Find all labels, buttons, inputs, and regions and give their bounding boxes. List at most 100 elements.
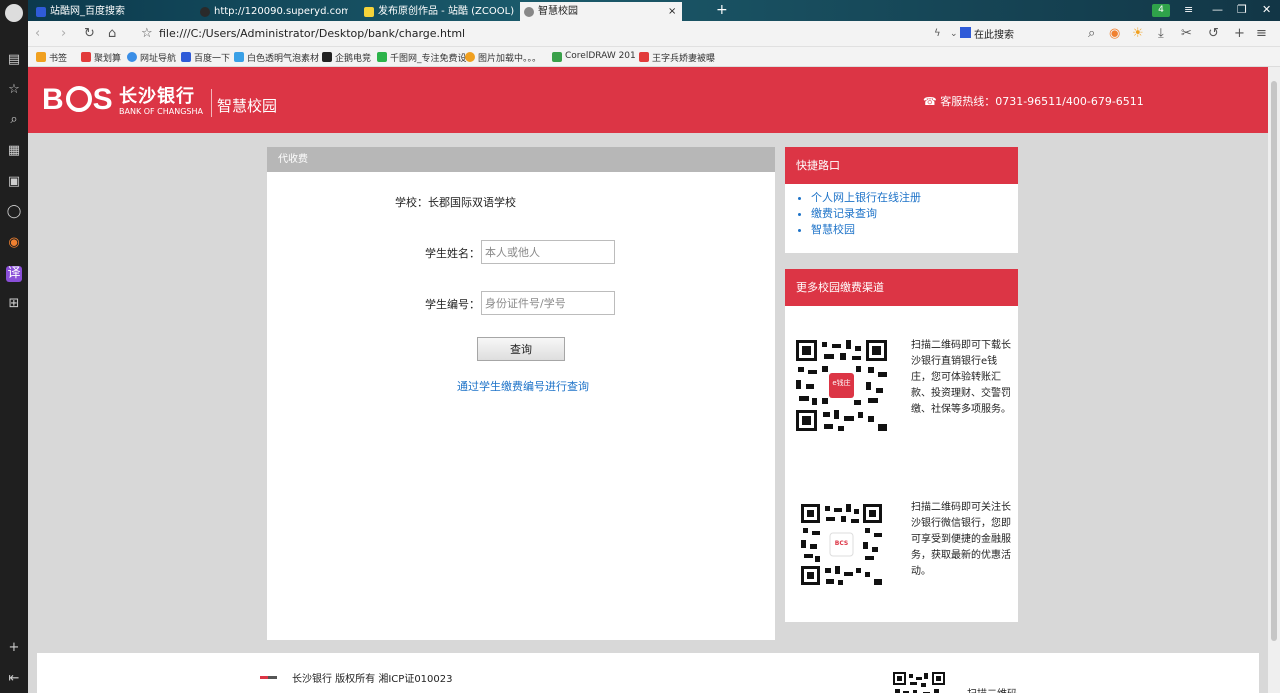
bookmark-item[interactable]: 聚划算 (81, 51, 121, 64)
wechat-description: 扫描二维码即可关注长沙银行微信银行，您即可享受到便捷的金融服务，获取最新的优惠活… (911, 502, 1011, 577)
weather-icon[interactable]: ☀ (1132, 25, 1144, 43)
page-favicon (524, 7, 534, 17)
list-item: 智慧校园 (811, 222, 1018, 238)
maximize-icon[interactable]: ❐ (1237, 2, 1247, 18)
bookmark-item[interactable]: 图片加载中。。。 (465, 51, 541, 64)
lightning-icon[interactable]: ϟ (934, 25, 941, 43)
bank-name-en: BANK OF CHANGSHA (119, 107, 203, 116)
back-icon[interactable]: ‹ (35, 25, 40, 43)
student-name-input[interactable] (481, 240, 615, 264)
chat-icon[interactable]: ◯ (6, 204, 22, 220)
search-icon[interactable]: ⌕ (6, 112, 22, 128)
collapse-sidebar-icon[interactable]: ⇤ (6, 671, 22, 687)
quick-links-list: 个人网上银行在线注册 缴费记录查询 智慧校园 (785, 184, 1018, 238)
quick-links-title: 快捷路口 (785, 147, 1018, 184)
bookmark-favicon (552, 52, 562, 62)
panel-title: 代收费 (267, 147, 775, 172)
hotline: ☎ 客服热线：0731-96511/400-679-6511 (923, 95, 1144, 108)
tab-zcool-search[interactable]: 站酷网_百度搜索 (32, 2, 192, 21)
address-input[interactable]: file:///C:/Users/Administrator/Desktop/b… (159, 27, 465, 40)
search-input[interactable]: 在此搜索 (974, 26, 1014, 41)
more-channels-panel: 更多校园缴费渠道 e钱庄 扫描二维码即可下载长沙银行直销银行e钱庄，您可体验转账… (785, 269, 1018, 622)
bcs-badge: BCS (834, 540, 849, 547)
star-icon (36, 52, 46, 62)
reading-list-icon[interactable]: ▤ (6, 52, 22, 68)
new-tab-icon[interactable]: + (716, 1, 728, 19)
minimize-icon[interactable]: — (1212, 2, 1223, 18)
query-by-payment-number-link[interactable]: 通过学生缴费编号进行查询 (457, 378, 589, 394)
browser-sidebar: ▤ ☆ ⌕ ▦ ▣ ◯ ◉ 译 ⊞ + ⇤ (0, 0, 28, 693)
page-scrollbar[interactable] (1268, 67, 1280, 693)
product-name: 智慧校园 (217, 97, 278, 115)
tab-count-badge[interactable]: 4 (1152, 4, 1170, 17)
chevron-down-icon[interactable]: ⌄ (950, 25, 958, 43)
tab-title: 站酷网_百度搜索 (50, 6, 125, 17)
bookmark-star-icon[interactable]: ☆ (141, 25, 153, 43)
globe-icon (127, 52, 137, 62)
more-channels-title: 更多校园缴费渠道 (785, 269, 1018, 306)
bookmark-item[interactable]: 千图网_专注免费设 (377, 51, 467, 64)
add-panel-icon[interactable]: + (6, 640, 22, 656)
site-footer: 长沙银行 版权所有 湘ICP证010023 扫描二维码 (37, 653, 1259, 693)
bookmark-item[interactable]: CorelDRAW 201 (552, 51, 636, 62)
search-engine-icon[interactable] (960, 27, 971, 38)
video-icon[interactable]: ▣ (6, 174, 22, 190)
site-header: BS 长沙银行 BANK OF CHANGSHA 智慧校园 ☎ 客服热线：073… (28, 67, 1268, 133)
translate-icon[interactable]: 译 (6, 266, 22, 282)
search-icon[interactable]: ⌕ (1088, 25, 1095, 43)
paw-icon (181, 52, 191, 62)
quick-links-panel: 快捷路口 个人网上银行在线注册 缴费记录查询 智慧校园 (785, 147, 1018, 253)
home-icon[interactable]: ⌂ (108, 25, 116, 43)
menu-icon[interactable]: ≡ (1184, 2, 1193, 18)
bank-name: 长沙银行 (119, 86, 195, 107)
tab-zcool-publish[interactable]: 发布原创作品 - 站酷 (ZCOOL) (360, 2, 520, 21)
payment-records-link[interactable]: 缴费记录查询 (811, 207, 877, 220)
undo-icon[interactable]: ↺ (1208, 25, 1219, 43)
online-banking-register-link[interactable]: 个人网上银行在线注册 (811, 191, 921, 204)
bookmark-item[interactable]: 王字兵娇妻被曝 (639, 51, 715, 64)
game-controller-icon[interactable]: ◉ (1109, 25, 1120, 43)
tab-title: http://120090.superyd.com/tab_js? (214, 6, 348, 17)
avatar[interactable] (5, 4, 23, 22)
tab-title: 智慧校园 (538, 6, 578, 17)
baidu-favicon (36, 7, 46, 17)
bookmark-favicon (465, 52, 475, 62)
add-icon[interactable]: + (1234, 25, 1245, 43)
bcs-logo[interactable]: BS (42, 83, 114, 117)
screenshot-icon[interactable]: ✂ (1181, 25, 1192, 43)
bookmark-item[interactable]: 书签 (36, 51, 67, 64)
footer-scan-text: 扫描二维码 (967, 685, 1017, 693)
query-button[interactable]: 查询 (477, 337, 565, 361)
student-name-label: 学生姓名： (425, 247, 480, 260)
tab-title: 发布原创作品 - 站酷 (ZCOOL) (378, 6, 515, 17)
navigation-bar: ‹ › ↻ ⌂ ☆ file:///C:/Users/Administrator… (28, 21, 1280, 47)
forward-icon[interactable]: › (61, 25, 66, 43)
game-icon[interactable]: ◉ (6, 235, 22, 251)
smart-campus-link[interactable]: 智慧校园 (811, 223, 855, 236)
favorites-star-icon[interactable]: ☆ (6, 82, 22, 98)
bookmark-item[interactable]: 百度一下 (181, 51, 230, 64)
copyright: 长沙银行 版权所有 湘ICP证010023 (292, 674, 453, 685)
reload-icon[interactable]: ↻ (84, 25, 95, 43)
charge-panel: 代收费 学校：长郡国际双语学校 学生姓名： 学生编号： 查询 通过学生缴费编号进… (267, 147, 775, 640)
tab-smart-campus[interactable]: 智慧校园 × (520, 2, 682, 21)
ebank-description: 扫描二维码即可下载长沙银行直销银行e钱庄，您可体验转账汇款、投资理财、交警罚缴、… (911, 340, 1011, 415)
tab-superyd[interactable]: http://120090.superyd.com/tab_js? (196, 2, 348, 21)
student-id-input[interactable] (481, 291, 615, 315)
bookmarks-bar: 书签 聚划算 网址导航 百度一下 白色透明气泡素材 企鹅电竞 千图网_专注免费设… (28, 47, 1280, 67)
list-item: 缴费记录查询 (811, 206, 1018, 222)
globe-favicon (200, 7, 210, 17)
close-tab-icon[interactable]: × (668, 2, 676, 21)
download-icon[interactable]: ⤓ (1158, 25, 1164, 43)
cart-icon[interactable]: ⊞ (6, 296, 22, 312)
bookmark-item[interactable]: 白色透明气泡素材 (234, 51, 319, 64)
bookmark-favicon (639, 52, 649, 62)
scrollbar-thumb[interactable] (1271, 81, 1277, 641)
bookmark-item[interactable]: 企鹅电竞 (322, 51, 371, 64)
school-name: 学校：长郡国际双语学校 (395, 196, 516, 209)
menu-icon[interactable]: ≡ (1256, 25, 1267, 43)
calendar-icon[interactable]: ▦ (6, 143, 22, 159)
close-window-icon[interactable]: ✕ (1262, 2, 1271, 18)
logo-divider (211, 89, 212, 117)
bookmark-item[interactable]: 网址导航 (127, 51, 176, 64)
